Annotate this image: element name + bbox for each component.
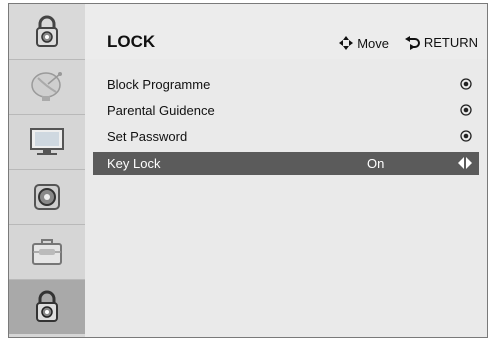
- left-right-arrows-icon[interactable]: [457, 156, 473, 170]
- menu-item-label: Parental Guidence: [107, 103, 215, 118]
- menu-item-parental-guidence[interactable]: Parental Guidence: [93, 99, 479, 122]
- move-hint: Move: [338, 35, 389, 51]
- category-sidebar: [9, 59, 86, 337]
- menu-item-label: Set Password: [107, 129, 188, 144]
- enter-dot-icon: [460, 130, 472, 142]
- menu-item-label: Key Lock: [107, 156, 161, 171]
- sidebar-item-channel[interactable]: [9, 59, 85, 114]
- monitor-icon: [30, 128, 64, 155]
- move-hint-label: Move: [357, 35, 389, 51]
- enter-dot-icon: [460, 104, 472, 116]
- lock-category-header: [9, 4, 86, 59]
- sidebar-item-setup[interactable]: [9, 224, 85, 279]
- speaker-icon: [34, 184, 60, 210]
- menu-item-key-lock[interactable]: Key Lock On: [93, 152, 479, 175]
- padlock-icon: [36, 290, 58, 322]
- return-hint-label: RETURN: [423, 35, 478, 50]
- satellite-dish-icon: [31, 72, 62, 101]
- menu-item-block-programme[interactable]: Block Programme: [93, 73, 479, 96]
- toolbox-icon: [32, 239, 62, 265]
- lock-menu-list: Block Programme Parental Guidence Set Pa…: [85, 59, 487, 337]
- sidebar-item-sound[interactable]: [9, 169, 85, 224]
- sidebar-item-lock[interactable]: [9, 279, 85, 334]
- return-arrow-icon: [404, 35, 420, 50]
- menu-header: LOCK Move RETURN: [85, 4, 487, 59]
- key-lock-value: On: [367, 156, 385, 171]
- padlock-icon: [36, 15, 58, 47]
- osd-menu-window: LOCK Move RETURN Block Programme Parenta…: [8, 3, 488, 338]
- four-way-arrow-icon: [339, 36, 354, 50]
- menu-item-set-password[interactable]: Set Password: [93, 125, 479, 148]
- enter-dot-icon: [460, 78, 472, 90]
- sidebar-item-picture[interactable]: [9, 114, 85, 169]
- menu-item-label: Block Programme: [107, 77, 211, 92]
- page-title: LOCK: [107, 32, 156, 51]
- return-hint: RETURN: [403, 35, 478, 50]
